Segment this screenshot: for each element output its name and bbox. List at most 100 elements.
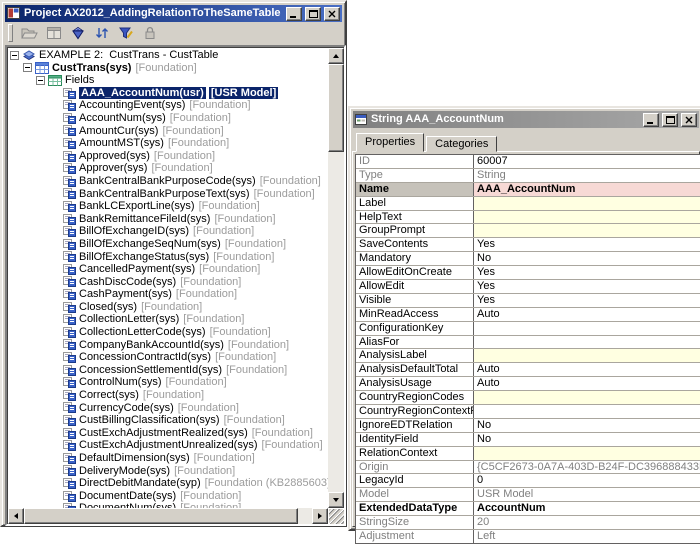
property-row-AllowEdit[interactable]: AllowEditYes xyxy=(356,280,700,294)
property-value-cell[interactable]: No xyxy=(474,419,700,432)
property-row-StringSize[interactable]: StringSize20 xyxy=(356,516,700,530)
property-row-LegacyId[interactable]: LegacyId0 xyxy=(356,474,700,488)
horizontal-scroll-thumb[interactable] xyxy=(24,508,298,524)
property-value-cell[interactable]: 20 xyxy=(474,516,700,529)
tree-item-field[interactable]: BankLCExportLine(sys)[Foundation] xyxy=(8,200,328,213)
tree-item-field[interactable]: BankRemittanceFileId(sys)[Foundation] xyxy=(8,213,328,226)
tree-item-field[interactable]: BankCentralBankPurposeText(sys)[Foundati… xyxy=(8,188,328,201)
vertical-scrollbar[interactable] xyxy=(328,48,344,508)
properties-close-button[interactable] xyxy=(681,113,697,127)
property-value-cell[interactable]: No xyxy=(474,433,700,446)
project-titlebar[interactable]: Project AX2012_AddingRelationToTheSameTa… xyxy=(5,5,342,22)
tree-item-field[interactable]: CashPayment(sys)[Foundation] xyxy=(8,288,328,301)
sort-icon-button[interactable] xyxy=(91,23,113,43)
property-value-cell[interactable]: No xyxy=(474,252,700,265)
property-value-cell[interactable]: Left xyxy=(474,530,700,543)
property-value-cell[interactable]: Auto xyxy=(474,363,700,376)
toolbar-grip[interactable] xyxy=(8,24,13,42)
scroll-left-button[interactable] xyxy=(8,508,24,524)
property-value-cell[interactable]: AAA_AccountNum xyxy=(474,183,700,196)
scroll-up-button[interactable] xyxy=(328,48,344,64)
property-value-cell[interactable]: Auto xyxy=(474,308,700,321)
tree-item-field[interactable]: CurrencyCode(sys)[Foundation] xyxy=(8,402,328,415)
tree-item-custtrans-table[interactable]: CustTrans(sys)[Foundation] xyxy=(8,62,328,75)
property-value-cell[interactable]: Yes xyxy=(474,294,700,307)
property-value-cell[interactable] xyxy=(474,391,700,404)
tree-item-field[interactable]: BillOfExchangeSeqNum(sys)[Foundation] xyxy=(8,238,328,251)
property-row-AnalysisLabel[interactable]: AnalysisLabel xyxy=(356,349,700,363)
property-value-cell[interactable]: {C5CF2673-0A7A-403D-B24F-DC396888433B} xyxy=(474,461,700,474)
collapse-toggle-icon[interactable] xyxy=(23,63,32,72)
property-row-AliasFor[interactable]: AliasFor xyxy=(356,336,700,350)
property-row-Adjustment[interactable]: AdjustmentLeft xyxy=(356,530,700,543)
property-row-IgnoreEDTRelation[interactable]: IgnoreEDTRelationNo xyxy=(356,419,700,433)
property-value-cell[interactable] xyxy=(474,405,700,418)
tree-item-field[interactable]: AccountingEvent(sys)[Foundation] xyxy=(8,99,328,112)
property-value-cell[interactable]: 60007 xyxy=(474,155,700,168)
property-row-IdentityField[interactable]: IdentityFieldNo xyxy=(356,433,700,447)
resize-grip[interactable] xyxy=(329,509,344,524)
tree-item-field[interactable]: CompanyBankAccountId(sys)[Foundation] xyxy=(8,339,328,352)
property-value-cell[interactable]: String xyxy=(474,169,700,182)
property-value-cell[interactable]: USR Model xyxy=(474,488,700,501)
tree-item-field[interactable]: Approved(sys)[Foundation] xyxy=(8,150,328,163)
tree-item-field[interactable]: CustBillingClassification(sys)[Foundatio… xyxy=(8,414,328,427)
scroll-right-button[interactable] xyxy=(312,508,328,524)
property-row-HelpText[interactable]: HelpText xyxy=(356,211,700,225)
property-row-Model[interactable]: ModelUSR Model xyxy=(356,488,700,502)
property-row-Type[interactable]: TypeString xyxy=(356,169,700,183)
property-row-SaveContents[interactable]: SaveContentsYes xyxy=(356,238,700,252)
tree-item-fields-node[interactable]: Fields xyxy=(8,74,328,87)
tree-item-field[interactable]: BillOfExchangeID(sys)[Foundation] xyxy=(8,225,328,238)
tree-item-field[interactable]: Closed(sys)[Foundation] xyxy=(8,301,328,314)
property-row-ID[interactable]: ID60007 xyxy=(356,155,700,169)
collapse-toggle-icon[interactable] xyxy=(10,51,19,60)
tree-item-project-root[interactable]: EXAMPLE 2: CustTrans - CustTable xyxy=(8,49,328,62)
tree-item-field[interactable]: CustExchAdjustmentRealized(sys)[Foundati… xyxy=(8,427,328,440)
maximize-button[interactable] xyxy=(305,7,321,21)
property-value-cell[interactable]: 0 xyxy=(474,474,700,487)
filter-icon-button[interactable] xyxy=(115,23,137,43)
property-value-cell[interactable] xyxy=(474,447,700,460)
property-value-cell[interactable] xyxy=(474,224,700,237)
tab-categories[interactable]: Categories xyxy=(426,136,497,152)
collapse-toggle-icon[interactable] xyxy=(36,76,45,85)
horizontal-scrollbar[interactable] xyxy=(8,508,328,524)
property-value-cell[interactable]: Auto xyxy=(474,377,700,390)
tree-item-field[interactable]: CancelledPayment(sys)[Foundation] xyxy=(8,263,328,276)
property-row-Mandatory[interactable]: MandatoryNo xyxy=(356,252,700,266)
tree-item-field[interactable]: AmountCur(sys)[Foundation] xyxy=(8,125,328,138)
properties-maximize-button[interactable] xyxy=(662,113,678,127)
property-value-cell[interactable]: Yes xyxy=(474,238,700,251)
tree-item-field[interactable]: BankCentralBankPurposeCode(sys)[Foundati… xyxy=(8,175,328,188)
property-value-cell[interactable] xyxy=(474,197,700,210)
property-row-ConfigurationKey[interactable]: ConfigurationKey xyxy=(356,322,700,336)
properties-minimize-button[interactable] xyxy=(643,113,659,127)
property-value-cell[interactable]: Yes xyxy=(474,280,700,293)
property-row-AnalysisUsage[interactable]: AnalysisUsageAuto xyxy=(356,377,700,391)
tree-item-field[interactable]: DefaultDimension(sys)[Foundation] xyxy=(8,452,328,465)
property-row-ExtendedDataType[interactable]: ExtendedDataTypeAccountNum xyxy=(356,502,700,516)
tree-item-field[interactable]: BillOfExchangeStatus(sys)[Foundation] xyxy=(8,251,328,264)
property-row-CountryRegionCodes[interactable]: CountryRegionCodes xyxy=(356,391,700,405)
tree-item-field[interactable]: CollectionLetterCode(sys)[Foundation] xyxy=(8,326,328,339)
lock-icon-button[interactable] xyxy=(139,23,161,43)
tree-item-field[interactable]: AmountMST(sys)[Foundation] xyxy=(8,137,328,150)
vertical-scroll-thumb[interactable] xyxy=(328,64,344,152)
tree-item-field[interactable]: DocumentDate(sys)[Foundation] xyxy=(8,490,328,503)
tree-item-field[interactable]: Approver(sys)[Foundation] xyxy=(8,162,328,175)
tree-item-field[interactable]: CashDiscCode(sys)[Foundation] xyxy=(8,276,328,289)
property-row-MinReadAccess[interactable]: MinReadAccessAuto xyxy=(356,308,700,322)
scroll-down-button[interactable] xyxy=(328,492,344,508)
property-value-cell[interactable] xyxy=(474,336,700,349)
tree-item-field[interactable]: ConcessionContractId(sys)[Foundation] xyxy=(8,351,328,364)
compile-icon-button[interactable] xyxy=(67,23,89,43)
property-row-Label[interactable]: Label xyxy=(356,197,700,211)
tree-item-field[interactable]: CustExchAdjustmentUnrealized(sys)[Founda… xyxy=(8,439,328,452)
open-icon-button[interactable] xyxy=(19,23,41,43)
tree-item-field[interactable]: ControlNum(sys)[Foundation] xyxy=(8,376,328,389)
property-row-GroupPrompt[interactable]: GroupPrompt xyxy=(356,224,700,238)
close-button[interactable] xyxy=(324,7,340,21)
tree-item-field[interactable]: Correct(sys)[Foundation] xyxy=(8,389,328,402)
window-grid-icon-button[interactable] xyxy=(43,23,65,43)
